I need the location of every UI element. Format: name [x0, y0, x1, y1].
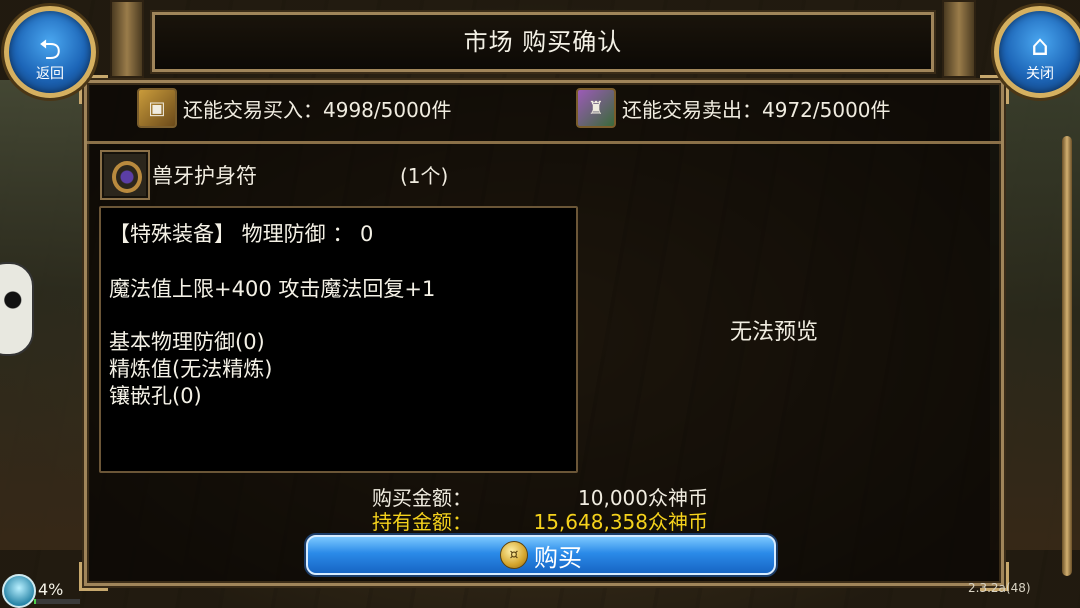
item-slot[interactable] — [100, 150, 150, 200]
frame-post-right — [942, 0, 976, 78]
status-percent: 4% — [38, 580, 64, 599]
item-name: 兽牙护身符 — [152, 164, 257, 188]
page-title: 市场 购买确认 — [463, 28, 623, 56]
home-icon: ⌂ — [1031, 29, 1049, 62]
background-creature — [0, 262, 34, 356]
back-button[interactable]: ⮌ 返回 — [4, 6, 96, 98]
version-text: 2.3.2a(48) — [968, 581, 1031, 595]
sell-limit-text: 还能交易卖出：4972/5000件 — [622, 97, 891, 122]
status-progress-bar — [34, 599, 80, 604]
back-label: 返回 — [36, 66, 64, 82]
description-line: 【特殊装备】 物理防御 ： 0 — [109, 222, 374, 246]
description-line: 镶嵌孔(0) — [109, 384, 202, 408]
treasure-chest-icon: ▣ — [137, 88, 177, 128]
frame-post-left — [110, 0, 144, 78]
frame-corner — [79, 562, 108, 591]
title-bar: 市场 购买确认 — [152, 12, 934, 72]
description-line: 魔法值上限+400 攻击魔法回复+1 — [109, 277, 436, 301]
decorative-rod — [1062, 136, 1072, 576]
item-quantity: (1个) — [400, 164, 449, 188]
close-button[interactable]: ⌂ 关闭 — [994, 6, 1080, 98]
description-line: 精炼值(无法精炼) — [109, 357, 273, 381]
sell-limit: ♜ 还能交易卖出：4972/5000件 — [576, 88, 891, 128]
description-line: 基本物理防御(0) — [109, 330, 265, 354]
preview-unavailable-text: 无法预览 — [730, 320, 819, 345]
holding-amount-value: 15,648,358众神币 — [533, 510, 708, 534]
item-description-box: 【特殊装备】 物理防御 ： 0 魔法值上限+400 攻击魔法回复+1 基本物理防… — [99, 206, 578, 473]
close-label: 关闭 — [1026, 66, 1054, 82]
buy-limit: ▣ 还能交易买入：4998/5000件 — [137, 88, 452, 128]
buy-button[interactable]: ¤ 购买 — [306, 535, 776, 575]
buy-limit-text: 还能交易买入：4998/5000件 — [183, 97, 452, 122]
header-divider — [87, 141, 1001, 144]
holding-amount-label: 持有金额： — [372, 510, 472, 534]
status-orb-icon — [2, 574, 36, 608]
buy-button-label: 购买 — [534, 543, 582, 572]
ring-icon — [112, 161, 142, 193]
merchant-icon: ♜ — [576, 88, 616, 128]
status-progress-fill — [34, 599, 36, 604]
coin-icon: ¤ — [500, 541, 528, 569]
